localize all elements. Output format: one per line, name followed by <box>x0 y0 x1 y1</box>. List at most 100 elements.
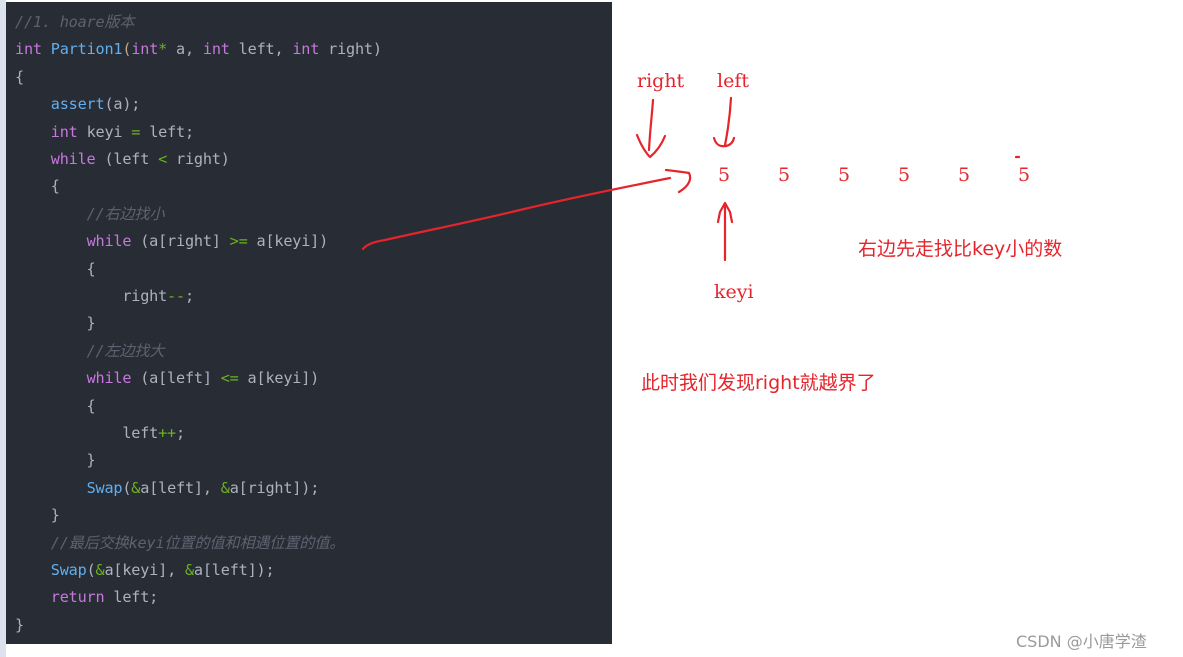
code-token: //1. hoare版本 <box>15 13 135 31</box>
code-token: a[left]); <box>193 561 275 579</box>
code-token: while <box>86 232 132 251</box>
code-token: Swap <box>86 478 123 497</box>
right-pointer-label: right <box>637 70 685 92</box>
code-token: left; <box>104 588 159 607</box>
code-token: a[keyi]) <box>238 369 320 388</box>
code-token: int <box>50 122 78 141</box>
code-line: } <box>15 310 96 337</box>
code-line: } <box>15 612 24 639</box>
code-token: { <box>15 67 24 86</box>
code-token: int <box>15 40 42 59</box>
code-token: ; <box>176 424 185 442</box>
code-line: Swap(&a[keyi], &a[left]); <box>15 557 275 584</box>
code-token: } <box>15 451 96 470</box>
code-token: ; <box>184 287 194 305</box>
code-token: & <box>220 478 230 497</box>
array-cell-0: 5 <box>718 164 731 186</box>
code-line: } <box>15 502 60 529</box>
code-token: * <box>158 40 168 59</box>
left-pointer-label: left <box>717 70 749 92</box>
array-cell-5: 5 <box>1018 164 1031 186</box>
code-token: //左边找大 <box>86 341 165 360</box>
code-line: right--; <box>15 283 194 310</box>
code-token: left; <box>140 122 194 141</box>
code-token: } <box>15 314 96 333</box>
code-line: while (a[left] <= a[keyi]) <box>15 365 320 392</box>
code-token: & <box>184 561 194 579</box>
code-token: int <box>202 40 230 59</box>
code-line: while (a[right] >= a[keyi]) <box>15 228 329 255</box>
code-token: >= <box>229 232 248 251</box>
array-cell-2: 5 <box>838 164 851 186</box>
code-token: right) <box>167 150 230 168</box>
code-token: { <box>15 259 96 278</box>
code-token: while <box>50 150 96 168</box>
code-line: //最后交换keyi位置的值和相遇位置的值。 <box>15 530 345 557</box>
code-token: } <box>15 615 24 634</box>
code-token: keyi <box>77 122 132 141</box>
array-cell-3: 5 <box>898 164 911 186</box>
right-down-arrow-icon <box>635 98 667 159</box>
code-token: ( <box>86 561 96 579</box>
code-token: assert <box>50 95 105 114</box>
code-token: { <box>15 177 60 196</box>
code-token: while <box>86 369 132 388</box>
code-token: (a[right] <box>131 232 230 251</box>
code-line: //1. hoare版本 <box>15 9 135 36</box>
code-token: a, <box>167 40 203 59</box>
code-line: return left; <box>15 584 159 611</box>
code-token: (left <box>95 150 159 168</box>
code-line: { <box>15 256 96 283</box>
note-right-moves-first: 右边先走找比key小的数 <box>858 238 1063 260</box>
code-token: { <box>15 396 96 415</box>
code-line: int keyi = left; <box>15 119 194 146</box>
code-token: int <box>131 40 159 59</box>
code-token: right <box>15 287 168 305</box>
code-token: <= <box>220 369 239 388</box>
code-token: //右边找小 <box>86 204 165 223</box>
code-block: //1. hoare版本 int Partion1(int* a, int lef… <box>6 2 612 644</box>
array-cell-4: 5 <box>958 164 971 186</box>
code-token: } <box>15 506 60 525</box>
keyi-up-arrow-icon <box>716 201 734 262</box>
code-line: { <box>15 173 60 200</box>
code-line: assert(a); <box>15 91 141 118</box>
code-token: -- <box>167 287 185 305</box>
code-line: Swap(&a[left], &a[right]); <box>15 475 320 502</box>
code-token: return <box>50 588 105 607</box>
code-token: ( <box>122 478 132 497</box>
code-token: a[keyi], <box>104 561 185 579</box>
code-token: a[keyi]) <box>247 232 329 251</box>
note-right-out-of-bounds: 此时我们发现right就越界了 <box>641 372 876 394</box>
code-line: { <box>15 393 96 420</box>
code-token: a[right]); <box>229 478 320 497</box>
code-token: right) <box>319 40 382 59</box>
code-token: ( <box>122 40 132 59</box>
code-line: left++; <box>15 420 185 447</box>
code-token: Partion1 <box>50 40 123 59</box>
code-line: while (left < right) <box>15 146 230 173</box>
code-token: a[left], <box>140 478 221 497</box>
code-line: //左边找大 <box>15 338 165 365</box>
code-token: (a); <box>104 95 141 114</box>
code-token: = <box>131 122 141 141</box>
code-line: //右边找小 <box>15 201 165 228</box>
left-down-arrow-icon <box>712 96 736 148</box>
code-token: ++ <box>158 424 176 442</box>
code-line: } <box>15 447 96 474</box>
code-token: //最后交换keyi位置的值和相遇位置的值。 <box>50 533 345 552</box>
code-token: < <box>158 150 168 168</box>
keyi-pointer-label: keyi <box>714 281 754 303</box>
code-token: & <box>131 478 141 497</box>
